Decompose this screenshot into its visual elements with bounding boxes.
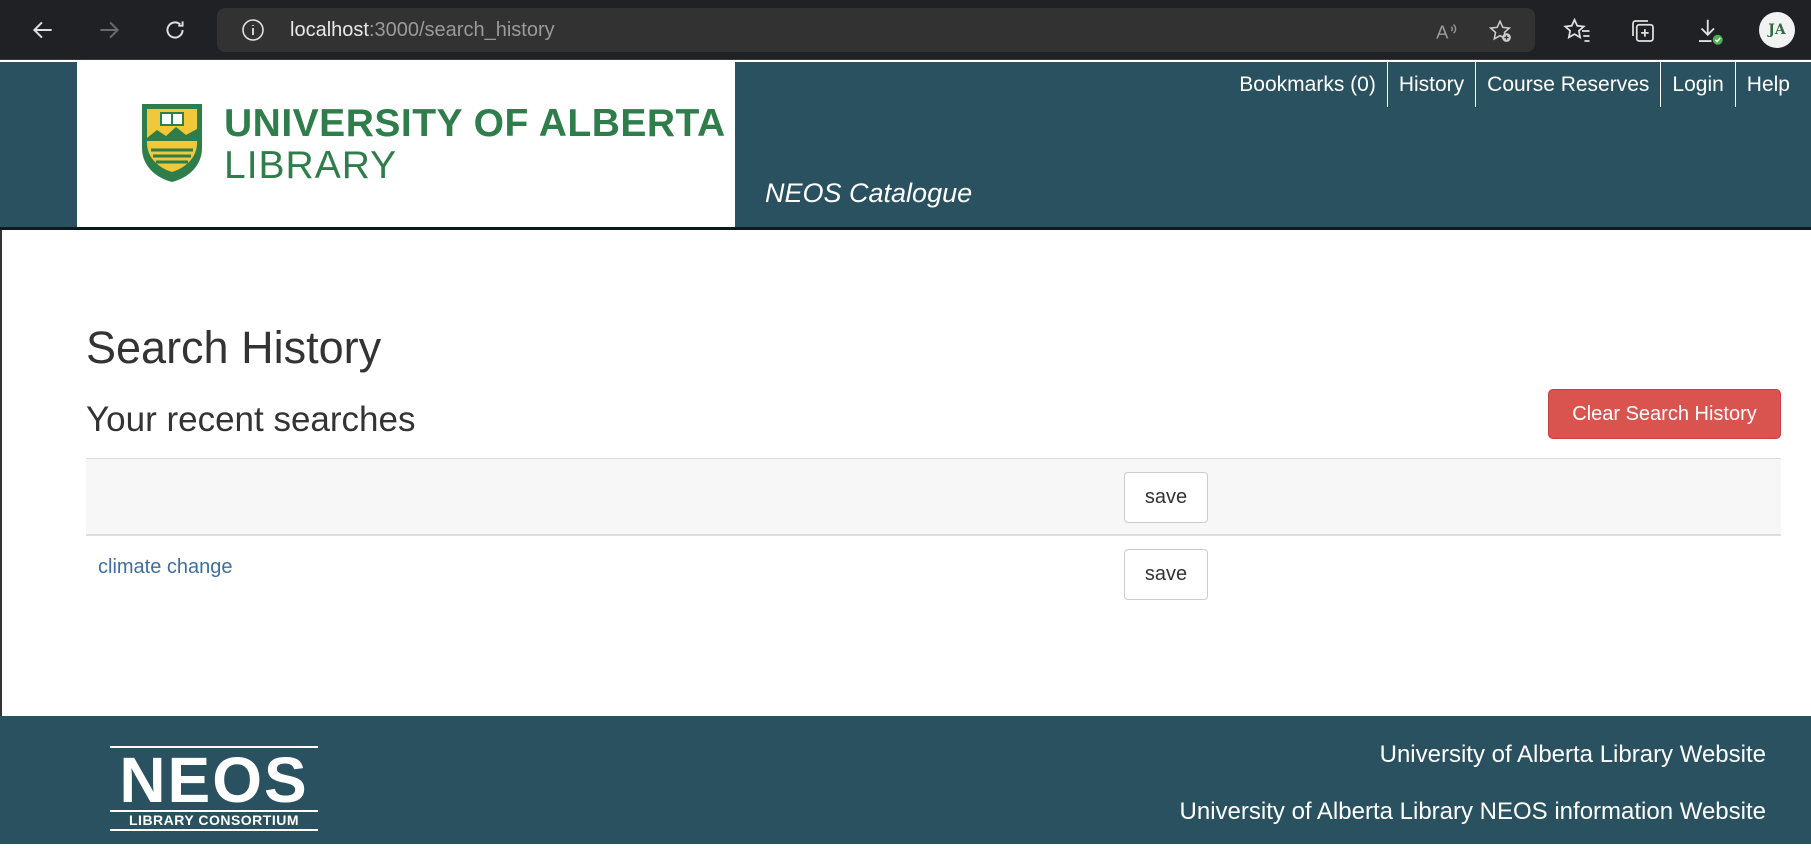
- nav-login[interactable]: Login: [1660, 62, 1734, 107]
- info-icon[interactable]: [241, 18, 265, 42]
- profile-avatar[interactable]: JA: [1759, 12, 1795, 48]
- back-icon: [32, 21, 52, 39]
- nav-help[interactable]: Help: [1734, 62, 1801, 107]
- page-title: Search History: [86, 322, 382, 373]
- nav-history[interactable]: History: [1386, 62, 1475, 107]
- favorites-icon[interactable]: [1562, 16, 1592, 46]
- save-button[interactable]: save: [1124, 472, 1208, 523]
- add-favorite-icon[interactable]: [1487, 18, 1513, 44]
- neos-logo-subtitle: LIBRARY CONSORTIUM: [129, 812, 299, 828]
- browser-toolbar: localhost:3000/search_history A JA: [0, 0, 1811, 60]
- logo-title: UNIVERSITY OF ALBERTA: [224, 102, 726, 145]
- forward-icon: [100, 21, 120, 39]
- reload-icon: [166, 21, 184, 39]
- footer-link-neos-info[interactable]: University of Alberta Library NEOS infor…: [1180, 797, 1766, 827]
- logo-divider: [110, 829, 318, 831]
- forward-button[interactable]: [91, 12, 127, 48]
- catalogue-title[interactable]: NEOS Catalogue: [765, 178, 972, 209]
- crest-icon: [142, 104, 202, 182]
- address-bar[interactable]: localhost:3000/search_history A: [217, 8, 1535, 52]
- reload-button[interactable]: [157, 12, 193, 48]
- section-title: Your recent searches: [86, 400, 416, 439]
- top-navigation: Bookmarks (0) History Course Reserves Lo…: [1228, 62, 1801, 107]
- table-row: climate change save: [86, 536, 1781, 613]
- collections-icon[interactable]: [1628, 16, 1658, 46]
- read-aloud-icon[interactable]: A: [1434, 18, 1460, 44]
- nav-course-reserves[interactable]: Course Reserves: [1475, 62, 1660, 107]
- downloads-icon[interactable]: [1694, 16, 1724, 46]
- footer-links: University of Alberta Library Website Un…: [1180, 740, 1766, 854]
- back-button[interactable]: [25, 12, 61, 48]
- footer-link-library-website[interactable]: University of Alberta Library Website: [1180, 740, 1766, 770]
- logo-subtitle: LIBRARY: [224, 144, 398, 187]
- search-history-table: save climate change save: [86, 458, 1781, 613]
- save-button[interactable]: save: [1124, 549, 1208, 600]
- page-edge: [0, 230, 2, 716]
- clear-search-history-button[interactable]: Clear Search History: [1548, 389, 1781, 439]
- svg-text:A: A: [1436, 22, 1449, 43]
- site-header: UNIVERSITY OF ALBERTA LIBRARY Bookmarks …: [0, 62, 1811, 230]
- search-query-link[interactable]: climate change: [98, 556, 233, 579]
- nav-bookmarks[interactable]: Bookmarks (0): [1228, 62, 1387, 107]
- neos-logo-word: NEOS: [119, 744, 309, 816]
- university-logo[interactable]: UNIVERSITY OF ALBERTA LIBRARY: [77, 62, 735, 227]
- neos-logo[interactable]: NEOS LIBRARY CONSORTIUM: [110, 744, 318, 831]
- url-text[interactable]: localhost:3000/search_history: [290, 19, 555, 42]
- site-footer: NEOS LIBRARY CONSORTIUM University of Al…: [0, 716, 1811, 844]
- table-row: save: [86, 459, 1781, 536]
